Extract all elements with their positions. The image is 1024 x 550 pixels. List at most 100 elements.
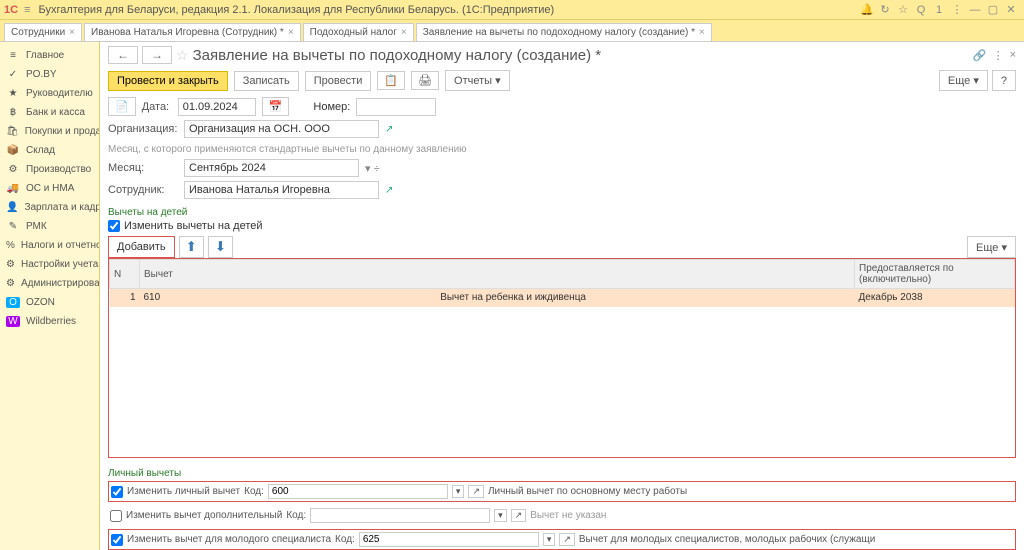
calendar-button[interactable]: 📅	[262, 97, 290, 116]
dropdown-button[interactable]: ▾	[452, 485, 465, 498]
tab-close-icon[interactable]: ×	[288, 27, 294, 38]
close-icon[interactable]: ×	[1010, 49, 1016, 62]
open-ref-button[interactable]: ↗	[511, 509, 527, 522]
personal-code-input[interactable]	[268, 484, 448, 499]
percent-icon: %	[6, 240, 15, 251]
code-label: Код:	[286, 510, 306, 521]
personal-deduction-row: Изменить личный вычет Код: ▾ ↗ Личный вы…	[108, 481, 1016, 502]
help-button[interactable]: ?	[992, 70, 1016, 91]
link-icon[interactable]: 🔗	[973, 49, 987, 62]
maximize-icon[interactable]: ▢	[984, 3, 1002, 16]
sidebar-item-settings[interactable]: ⚙Настройки учета	[0, 255, 99, 274]
additional-desc: Вычет не указан	[530, 510, 606, 521]
help-icon[interactable]: 1	[930, 4, 948, 16]
sidebar-item-rmk[interactable]: ✎РМК	[0, 217, 99, 236]
history-icon[interactable]: ↻	[876, 3, 894, 16]
sidebar-item-assets[interactable]: 🚚ОС и НМА	[0, 179, 99, 198]
page-title: Заявление на вычеты по подоходному налог…	[193, 47, 602, 64]
content-area: ← → ☆ Заявление на вычеты по подоходному…	[100, 42, 1024, 550]
sidebar-item-poby[interactable]: ✓PO.BY	[0, 65, 99, 84]
nav-forward-button[interactable]: →	[142, 46, 172, 64]
tab-employee-card[interactable]: Иванова Наталья Игоревна (Сотрудник) *×	[84, 23, 301, 41]
col-n[interactable]: N	[110, 260, 140, 289]
settings-icon[interactable]: ⋮	[948, 3, 966, 16]
table-more-button[interactable]: Еще ▾	[967, 236, 1016, 258]
young-checkbox[interactable]	[111, 534, 123, 546]
col-until[interactable]: Предоставляется по (включительно)	[855, 260, 1015, 289]
favorite-icon[interactable]: ☆	[176, 47, 189, 64]
tab-deduction-application[interactable]: Заявление на вычеты по подоходному налог…	[416, 23, 712, 41]
sidebar-item-ozon[interactable]: OOZON	[0, 293, 99, 312]
open-ref-icon[interactable]: ↗	[385, 124, 393, 135]
employee-input[interactable]	[184, 181, 379, 199]
doc-state-button[interactable]: 📄	[108, 97, 136, 116]
sidebar-item-warehouse[interactable]: 📦Склад	[0, 141, 99, 160]
additional-checkbox[interactable]	[110, 510, 122, 522]
personal-checkbox[interactable]	[111, 486, 123, 498]
sidebar-item-tax[interactable]: %Налоги и отчетность	[0, 236, 99, 255]
month-input[interactable]	[184, 159, 359, 177]
month-label: Месяц:	[108, 162, 178, 174]
sidebar-item-production[interactable]: ⚙Производство	[0, 160, 99, 179]
sidebar-item-wb[interactable]: WWildberries	[0, 312, 99, 331]
org-input[interactable]	[184, 120, 379, 138]
minimize-icon[interactable]: —	[966, 4, 984, 16]
close-icon[interactable]: ✕	[1002, 3, 1020, 16]
check-icon: ✓	[6, 69, 20, 80]
dropdown-button[interactable]: ▾	[543, 533, 556, 546]
open-ref-icon[interactable]: ↗	[385, 185, 393, 196]
tab-close-icon[interactable]: ×	[699, 27, 705, 38]
open-ref-button[interactable]: ↗	[468, 485, 484, 498]
move-down-button[interactable]: ⬇	[208, 236, 233, 258]
personal-section-label: Личный вычеты	[108, 468, 1016, 479]
number-input[interactable]	[356, 98, 436, 116]
open-ref-button[interactable]: ↗	[559, 533, 575, 546]
add-row-button[interactable]: Добавить	[108, 236, 175, 258]
star-icon: ★	[6, 88, 20, 99]
post-close-button[interactable]: Провести и закрыть	[108, 71, 228, 91]
sidebar-item-main[interactable]: ≡Главное	[0, 46, 99, 65]
code-label: Код:	[244, 486, 264, 497]
print-button[interactable]: 🖨	[411, 71, 439, 90]
save-button[interactable]: Записать	[234, 71, 299, 91]
date-input[interactable]	[178, 98, 256, 116]
sidebar-item-manager[interactable]: ★Руководителю	[0, 84, 99, 103]
dropdown-button[interactable]: ▾	[494, 509, 507, 522]
additional-checkbox-label: Изменить вычет дополнительный	[126, 510, 282, 521]
tab-income-tax[interactable]: Подоходный налог×	[303, 23, 414, 41]
personal-checkbox-label: Изменить личный вычет	[127, 486, 240, 497]
nav-back-button[interactable]: ←	[108, 46, 138, 64]
cart-icon: 🛍	[6, 126, 19, 137]
tab-bar: Сотрудники× Иванова Наталья Игоревна (Со…	[0, 20, 1024, 42]
list-button[interactable]: 📋	[377, 71, 405, 90]
code-label: Код:	[335, 534, 355, 545]
more-button[interactable]: Еще ▾	[939, 70, 988, 91]
search-icon[interactable]: Q	[912, 4, 930, 16]
post-button[interactable]: Провести	[305, 71, 372, 91]
hamburger-icon[interactable]: ≡	[24, 4, 30, 16]
sidebar-item-bank[interactable]: ฿Банк и касса	[0, 103, 99, 122]
move-up-button[interactable]: ⬆	[179, 236, 204, 258]
sidebar-item-admin[interactable]: ⚙Администрирование	[0, 274, 99, 293]
bell-icon[interactable]: 🔔	[858, 3, 876, 16]
sidebar: ≡Главное ✓PO.BY ★Руководителю ฿Банк и ка…	[0, 42, 100, 550]
children-checkbox[interactable]	[108, 220, 120, 232]
box-icon: 📦	[6, 145, 20, 156]
children-section-label: Вычеты на детей	[108, 207, 1016, 218]
tab-employees[interactable]: Сотрудники×	[4, 23, 82, 41]
table-row[interactable]: 1 610Вычет на ребенка и иждивенца Декабр…	[110, 289, 1015, 307]
sidebar-item-hr[interactable]: 👤Зарплата и кадры	[0, 198, 99, 217]
reports-button[interactable]: Отчеты ▾	[445, 70, 510, 91]
sidebar-item-sales[interactable]: 🛍Покупки и продажи	[0, 122, 99, 141]
star-icon[interactable]: ☆	[894, 3, 912, 16]
org-label: Организация:	[108, 123, 178, 135]
young-desc: Вычет для молодых специалистов, молодых …	[579, 534, 875, 545]
more-icon[interactable]: ⋮	[993, 49, 1004, 62]
additional-code-input[interactable]	[310, 508, 490, 523]
tab-close-icon[interactable]: ×	[401, 27, 407, 38]
col-deduct[interactable]: Вычет	[140, 260, 855, 289]
young-code-input[interactable]	[359, 532, 539, 547]
tab-close-icon[interactable]: ×	[69, 27, 75, 38]
bank-icon: ฿	[6, 107, 20, 118]
month-picker-icon[interactable]: ▾ ÷	[365, 162, 380, 175]
